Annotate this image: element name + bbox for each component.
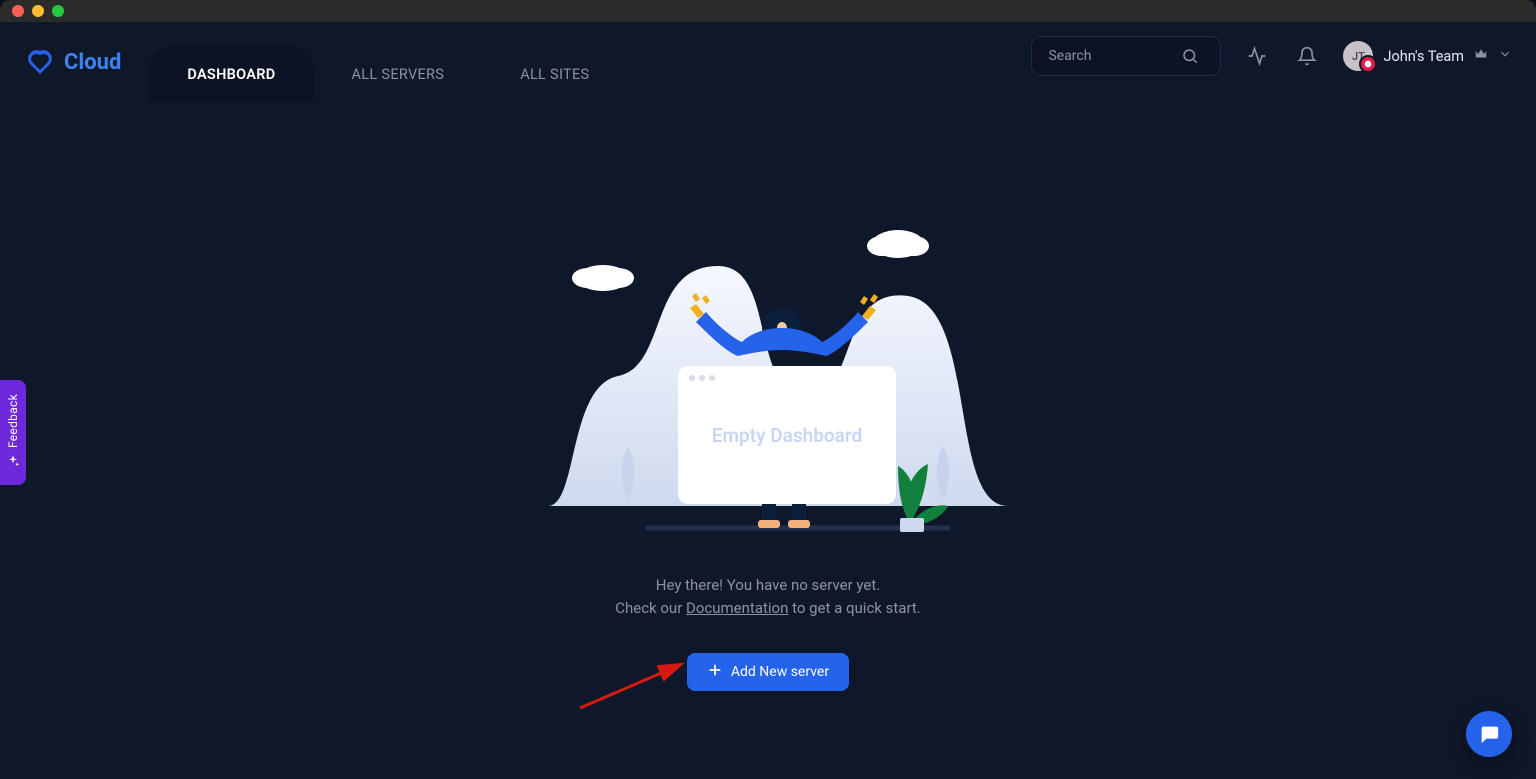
empty-browser-title: Empty Dashboard — [712, 424, 862, 447]
add-server-label: Add New server — [731, 664, 829, 680]
empty-state: Empty Dashboard Hey there! You have no s… — [0, 102, 1536, 691]
empty-message: Hey there! You have no server yet. Check… — [615, 574, 921, 621]
traffic-light-minimize[interactable] — [32, 5, 44, 17]
chevron-down-icon — [1498, 47, 1512, 65]
heart-cloud-icon — [24, 46, 56, 78]
brand-name: Cloud — [64, 50, 121, 75]
activity-icon[interactable] — [1243, 42, 1271, 70]
documentation-link[interactable]: Documentation — [686, 599, 788, 617]
tab-all-sites[interactable]: ALL SITES — [482, 46, 627, 102]
feedback-tab[interactable]: Feedback — [0, 380, 26, 485]
nav-right: JT John's Team — [1031, 22, 1512, 102]
team-name: John's Team — [1383, 48, 1464, 65]
traffic-light-zoom[interactable] — [52, 5, 64, 17]
feedback-label: Feedback — [6, 394, 20, 448]
search-input[interactable] — [1046, 47, 1176, 65]
team-switcher[interactable]: JT John's Team — [1343, 41, 1512, 71]
top-nav: Cloud DASHBOARD ALL SERVERS ALL SITES — [0, 22, 1536, 102]
plus-icon — [707, 662, 723, 682]
tab-label: DASHBOARD — [187, 66, 275, 83]
tab-all-servers[interactable]: ALL SERVERS — [314, 46, 483, 102]
empty-illustration: Empty Dashboard — [548, 206, 988, 536]
empty-line1: Hey there! You have no server yet. — [615, 574, 921, 597]
search-icon[interactable] — [1176, 42, 1204, 70]
avatar: JT — [1343, 41, 1373, 71]
chat-widget-button[interactable] — [1466, 711, 1512, 757]
brand-logo[interactable]: Cloud — [24, 22, 121, 102]
empty-line2-pre: Check our — [615, 599, 686, 617]
tab-label: ALL SITES — [520, 66, 589, 83]
add-new-server-button[interactable]: Add New server — [687, 653, 849, 691]
nav-tabs: DASHBOARD ALL SERVERS ALL SITES — [149, 22, 627, 102]
avatar-badge — [1359, 55, 1377, 73]
tab-dashboard[interactable]: DASHBOARD — [149, 46, 313, 102]
crown-icon — [1474, 47, 1488, 65]
bell-icon[interactable] — [1293, 42, 1321, 70]
search-box[interactable] — [1031, 36, 1221, 76]
window-titlebar — [0, 0, 1536, 22]
tab-label: ALL SERVERS — [352, 66, 445, 83]
chat-icon — [1478, 723, 1500, 745]
empty-line2-post: to get a quick start. — [788, 599, 920, 617]
traffic-light-close[interactable] — [12, 5, 24, 17]
sparkle-icon — [6, 454, 20, 471]
